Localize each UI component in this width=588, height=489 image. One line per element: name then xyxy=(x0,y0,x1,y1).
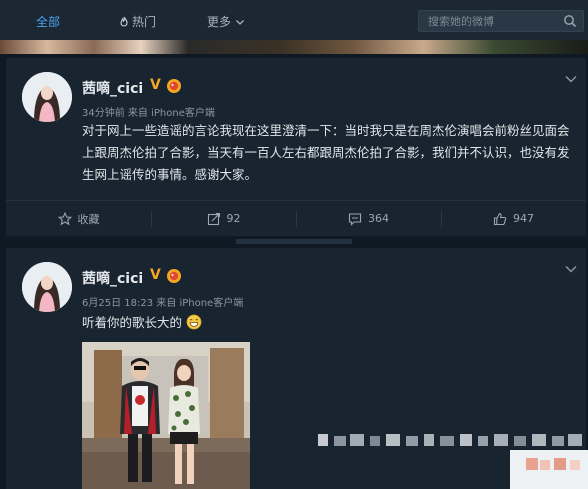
thumbs-up-icon xyxy=(493,212,507,225)
post-source: 来自 iPhone客户端 xyxy=(127,108,215,119)
favorite-button[interactable]: 收藏 xyxy=(6,201,151,236)
post-photo[interactable] xyxy=(82,342,250,489)
avatar[interactable] xyxy=(22,262,72,312)
watermark-strip xyxy=(236,236,356,248)
post-meta: 6月25日 18:23 来自 iPhone客户端 xyxy=(82,294,243,309)
profile-banner xyxy=(0,40,588,54)
grinning-emoji-icon xyxy=(186,314,202,330)
comment-icon xyxy=(348,212,362,226)
avatar[interactable] xyxy=(22,72,72,122)
tab-more-label: 更多 xyxy=(207,15,232,29)
search-icon[interactable] xyxy=(563,14,577,28)
watermark-decoration xyxy=(236,239,352,244)
post-card: 茜嘀_cici V 34分钟前 来自 iPhone客户端 对于网上一些造谣的言论… xyxy=(6,58,586,236)
verified-badge: V xyxy=(150,267,161,283)
post-time[interactable]: 34分钟前 xyxy=(82,108,125,119)
repost-icon xyxy=(207,212,220,225)
search-box xyxy=(418,10,584,32)
verified-badge: V xyxy=(150,77,161,93)
post-actions: 收藏 92 364 947 xyxy=(6,200,586,236)
star-icon xyxy=(57,211,72,225)
member-badge-icon xyxy=(167,79,181,93)
tab-all[interactable]: 全部 xyxy=(36,13,60,30)
post-source: 来自 iPhone客户端 xyxy=(156,298,244,309)
post-meta: 34分钟前 来自 iPhone客户端 xyxy=(82,104,215,119)
username[interactable]: 茜嘀_cici xyxy=(82,268,143,288)
like-button[interactable]: 947 xyxy=(441,201,586,236)
chevron-down-icon[interactable] xyxy=(564,74,578,84)
fire-icon xyxy=(120,16,128,26)
username[interactable]: 茜嘀_cici xyxy=(82,78,143,98)
tab-hot-label: 热门 xyxy=(132,15,157,29)
like-count: 947 xyxy=(513,212,534,225)
post-text: 听着你的歌长大的 xyxy=(82,312,576,334)
tab-more[interactable]: 更多 xyxy=(207,13,245,30)
post-time[interactable]: 6月25日 18:23 xyxy=(82,298,153,309)
blurred-watermark xyxy=(314,432,588,489)
member-badge-icon xyxy=(167,269,181,283)
chevron-down-icon xyxy=(236,19,244,25)
post-text: 对于网上一些造谣的言论我现在这里澄清一下：当时我只是在周杰伦演唱会前粉丝见面会上… xyxy=(82,123,570,182)
top-nav: 全部 热门 更多 xyxy=(0,0,588,40)
search-input[interactable] xyxy=(419,11,559,31)
comment-count: 364 xyxy=(368,212,389,225)
chevron-down-icon[interactable] xyxy=(564,264,578,274)
favorite-label: 收藏 xyxy=(77,212,100,226)
tab-hot[interactable]: 热门 xyxy=(118,13,156,30)
comment-button[interactable]: 364 xyxy=(296,201,441,236)
post-text-content: 听着你的歌长大的 xyxy=(82,315,183,330)
repost-button[interactable]: 92 xyxy=(151,201,296,236)
repost-count: 92 xyxy=(226,212,241,225)
